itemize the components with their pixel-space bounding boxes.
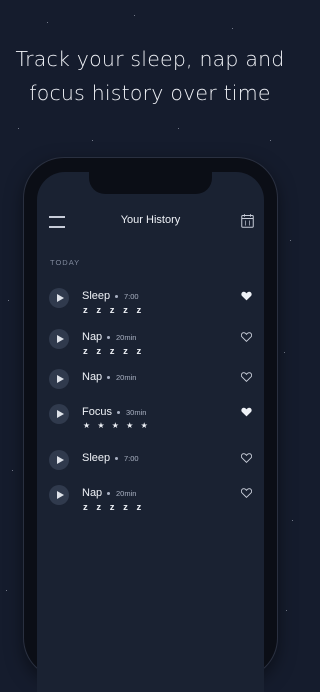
entry-duration: 7:00	[115, 454, 139, 463]
star	[6, 590, 7, 591]
separator-dot	[107, 375, 110, 379]
play-icon[interactable]	[49, 288, 69, 308]
page-title: Your History	[120, 214, 181, 226]
heart-icon[interactable]	[241, 372, 252, 382]
entry-name: Nap	[82, 331, 103, 343]
entry-rating-zzz: z z z z z	[83, 346, 145, 357]
star	[92, 140, 93, 141]
heart-icon[interactable]	[241, 453, 252, 463]
star	[134, 15, 135, 16]
heart-icon-filled[interactable]	[241, 291, 252, 301]
entry-duration-text: 7:00	[124, 454, 139, 463]
entry-duration-text: 20min	[116, 489, 137, 498]
entry-name: Sleep	[82, 452, 111, 464]
history-entry[interactable]: Focus 30min ★ ★ ★ ★ ★	[37, 403, 264, 435]
history-entry[interactable]: Nap 20min z z z z z	[37, 328, 264, 360]
play-icon[interactable]	[49, 485, 69, 505]
star	[270, 140, 271, 141]
history-entry[interactable]: Nap 20min z z z z z	[37, 484, 264, 516]
headline-line-1: Track your sleep, nap and	[15, 47, 285, 71]
phone-frame: Your History TODAY Sleep 7:00 z z z z z …	[24, 158, 277, 692]
headline: Track your sleep, nap and focus history …	[0, 42, 300, 110]
star	[12, 470, 13, 471]
star	[178, 128, 179, 129]
entry-duration-text: 20min	[116, 333, 137, 342]
section-label-today: TODAY	[50, 258, 81, 267]
play-icon[interactable]	[49, 369, 69, 389]
heart-icon-filled[interactable]	[241, 407, 252, 417]
entry-rating-zzz: z z z z z	[83, 305, 145, 316]
star	[47, 22, 48, 23]
play-icon[interactable]	[49, 404, 69, 424]
entry-name: Focus	[82, 406, 112, 418]
entry-duration-text: 20min	[116, 373, 137, 382]
star	[232, 28, 233, 29]
entry-name: Sleep	[82, 290, 111, 302]
separator-dot	[107, 491, 110, 495]
star	[8, 300, 9, 301]
heart-icon[interactable]	[241, 488, 252, 498]
entry-duration: 30min	[117, 408, 146, 417]
phone-notch	[89, 172, 212, 194]
separator-dot	[115, 294, 118, 298]
star	[286, 610, 287, 611]
separator-dot	[107, 335, 110, 339]
entry-duration: 20min	[107, 333, 136, 342]
history-entry[interactable]: Sleep 7:00 z z z z z	[37, 287, 264, 319]
entry-rating-zzz: z z z z z	[83, 502, 145, 513]
history-entry[interactable]: Sleep 7:00	[37, 449, 264, 481]
calendar-icon[interactable]	[241, 214, 254, 228]
history-entry[interactable]: Nap 20min	[37, 368, 264, 400]
entry-duration: 7:00	[115, 292, 139, 301]
entry-duration: 20min	[107, 373, 136, 382]
star	[292, 520, 293, 521]
headline-line-2: focus history over time	[29, 81, 271, 105]
heart-icon[interactable]	[241, 332, 252, 342]
star	[18, 128, 19, 129]
separator-dot	[117, 410, 120, 414]
entry-duration-text: 7:00	[124, 292, 139, 301]
entry-name: Nap	[82, 371, 103, 383]
entry-name: Nap	[82, 487, 103, 499]
entry-duration: 20min	[107, 489, 136, 498]
star	[290, 240, 291, 241]
play-icon[interactable]	[49, 450, 69, 470]
app-screen: Your History TODAY Sleep 7:00 z z z z z …	[37, 172, 264, 692]
entry-rating-stars: ★ ★ ★ ★ ★	[83, 421, 151, 430]
separator-dot	[115, 456, 118, 460]
entry-duration-text: 30min	[126, 408, 147, 417]
star	[284, 352, 285, 353]
play-icon[interactable]	[49, 329, 69, 349]
menu-line	[49, 226, 65, 228]
